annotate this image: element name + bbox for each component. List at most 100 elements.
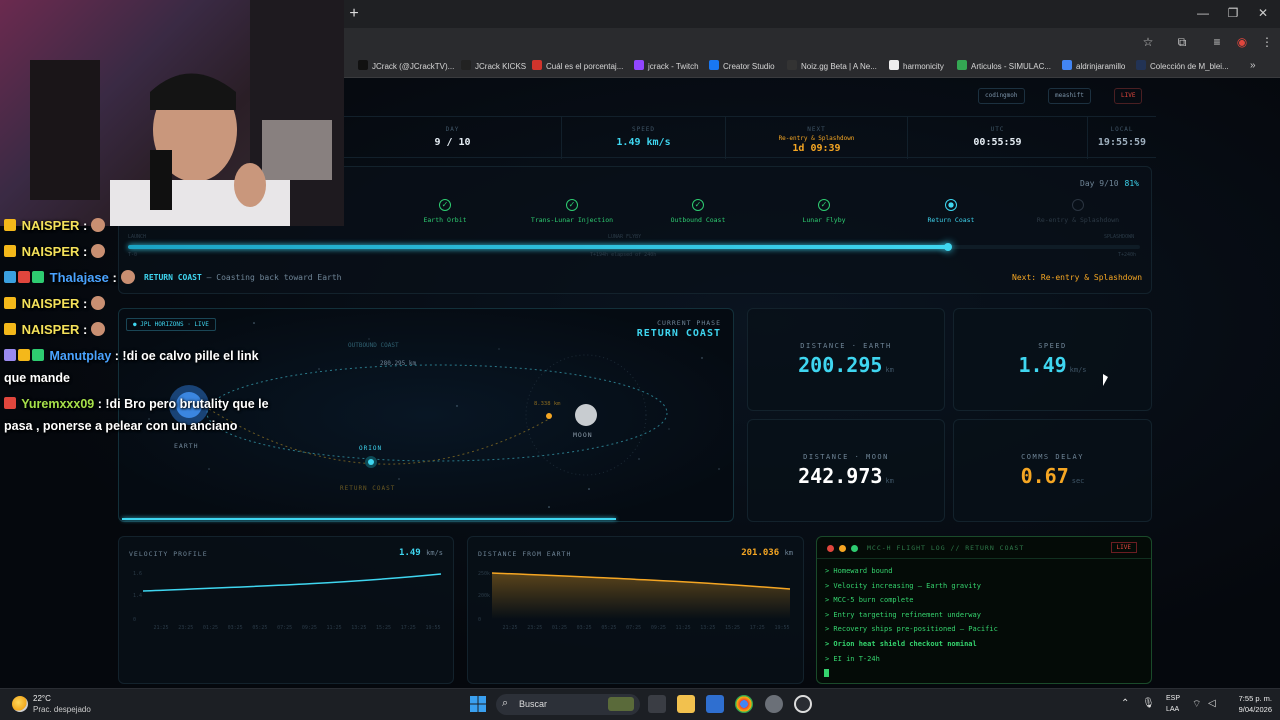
webcam-image	[30, 0, 344, 226]
bookmark-label: Creator Studio	[723, 62, 775, 71]
chip-live: LIVE	[1114, 88, 1143, 104]
bookmark-item[interactable]: Cuál es el porcentaj...	[532, 60, 623, 74]
next-phase: Next: Re-entry & Splashdown	[1012, 273, 1143, 282]
log-line: > MCC-5 burn complete	[825, 596, 914, 604]
orion-spacecraft-icon	[368, 459, 374, 465]
volume-icon[interactable]: ◁	[1208, 698, 1216, 709]
x-tick-label: 21:25	[153, 625, 168, 631]
new-tab-button[interactable]: +	[346, 6, 362, 22]
log-line: > Entry targeting refinement underway	[825, 611, 981, 619]
bookmark-item[interactable]: Articulos - SIMULAC...	[957, 60, 1051, 74]
y-tick-label: 1.6	[133, 571, 142, 577]
stat-day: DAY 9 / 10	[344, 117, 562, 159]
chip-meashift[interactable]: meashift	[1048, 88, 1091, 104]
x-tick-label: 15:25	[376, 625, 391, 631]
orbit-visualization	[118, 308, 734, 522]
x-tick-label: 13:25	[700, 625, 715, 631]
bookmark-favicon-icon	[889, 60, 899, 70]
language-indicator[interactable]: ESP	[1166, 695, 1180, 702]
return-label: RETURN COAST	[340, 485, 396, 492]
tl-launch: LAUNCH	[128, 234, 147, 240]
chat-message: NAISPER :	[4, 322, 106, 337]
extensions-icon[interactable]: ⧉	[1174, 35, 1190, 49]
bookmark-item[interactable]: jcrack - Twitch	[634, 60, 699, 74]
chrome-icon[interactable]	[735, 695, 753, 713]
bookmark-favicon-icon	[1136, 60, 1146, 70]
x-axis-labels: 21:25 23:25 01:25 03:25 05:25 07:25 09:25 11:25…	[153, 625, 440, 631]
app-icon[interactable]	[794, 695, 812, 713]
chat-message: NAISPER :	[4, 296, 106, 311]
task-view-icon[interactable]	[648, 695, 666, 713]
y-tick-label: 1.4	[133, 593, 142, 599]
moon-distance-label: 8.338 km	[534, 401, 561, 407]
x-tick-label: 01:25	[552, 625, 567, 631]
log-line: > Velocity increasing — Earth gravity	[825, 582, 981, 590]
microphone-icon[interactable]: 🎙	[1142, 698, 1155, 709]
orbit-progress-bar	[122, 518, 616, 520]
bookmark-favicon-icon	[461, 60, 471, 70]
outbound-label: OUTBOUND COAST	[348, 342, 399, 349]
current-icon	[945, 199, 957, 211]
bookmark-item[interactable]: Noiz.gg Beta | A Ne...	[787, 60, 877, 74]
keyboard-layout[interactable]: LAA	[1166, 706, 1179, 713]
moon-icon	[575, 404, 597, 426]
clock-time[interactable]: 7:55 p. m.	[1222, 694, 1272, 703]
y-tick-label: 0	[478, 617, 481, 623]
close-icon[interactable]: ✕	[1256, 6, 1270, 20]
mission-progress-knob	[943, 243, 952, 251]
bookmark-item[interactable]: harmonicity	[889, 60, 944, 74]
y-tick-label: 200k	[478, 593, 490, 599]
metric-distance-earth: DISTANCE · EARTH 200.295 km	[747, 308, 945, 411]
milestone-outbound[interactable]: ✓ Outbound Coast	[638, 199, 758, 224]
milestone-reentry[interactable]: Re-entry & Splashdown	[1018, 199, 1138, 224]
metric-distance-moon: DISTANCE · MOON 242.973 km	[747, 419, 945, 522]
media-icon[interactable]: ≡	[1209, 35, 1225, 49]
milestone-lunar-flyby[interactable]: ✓ Lunar Flyby	[764, 199, 884, 224]
file-explorer-icon[interactable]	[677, 695, 695, 713]
bookmark-item[interactable]: JCrack KICKS	[461, 60, 526, 74]
milestone-tli[interactable]: ✓ Trans-Lunar Injection	[512, 199, 632, 224]
minimize-icon[interactable]: —	[1196, 6, 1210, 20]
search-label[interactable]: Buscar	[519, 699, 547, 709]
milestone-earth-orbit[interactable]: ✓ Earth Orbit	[385, 199, 505, 224]
bookmark-label: JCrack (@JCrackTV)...	[372, 62, 455, 71]
mail-icon[interactable]	[706, 695, 724, 713]
wifi-icon[interactable]: ⌔	[1192, 698, 1201, 711]
menu-icon[interactable]: ⋮	[1259, 35, 1275, 49]
milestone-return-coast[interactable]: Return Coast	[891, 199, 1011, 224]
weather-temp[interactable]: 22°C	[33, 694, 51, 703]
windows-start-icon[interactable]	[470, 696, 486, 712]
bookmark-item[interactable]: JCrack (@JCrackTV)...	[358, 60, 454, 74]
profile-icon[interactable]: ◉	[1234, 35, 1250, 49]
restore-icon[interactable]: ❐	[1226, 6, 1240, 20]
weather-icon[interactable]	[12, 696, 28, 712]
check-icon: ✓	[439, 199, 451, 211]
orion-label: ORION	[359, 445, 383, 452]
bookmark-item[interactable]: aldrinjaramillo	[1062, 60, 1125, 74]
clock-date[interactable]: 9/04/2026	[1222, 705, 1272, 714]
bookmark-item[interactable]: Creator Studio	[709, 60, 775, 74]
tl-elapsed: T+194h elapsed of 240h	[590, 252, 657, 258]
weather-desc[interactable]: Prac. despejado	[33, 705, 91, 714]
tl-flyby: LUNAR FLYBY	[608, 234, 642, 240]
flight-log-panel: MCC-H FLIGHT LOG // RETURN COAST LIVE > …	[816, 536, 1152, 684]
x-axis-labels: 21:25 23:25 01:25 03:25 05:25 07:25 09:25 11:25…	[502, 625, 789, 631]
chevron-double-right-icon[interactable]: »	[1250, 60, 1256, 71]
streamer-webcam	[0, 0, 344, 226]
stats-row: DAY 9 / 10 SPEED 1.49 km/s NEXT Re-entry…	[344, 116, 1156, 159]
chip-codingmoh[interactable]: codingmoh	[978, 88, 1025, 104]
stat-speed: SPEED 1.49 km/s	[562, 117, 726, 159]
settings-icon[interactable]	[765, 695, 783, 713]
current-phase-label: CURRENT PHASE	[657, 319, 721, 327]
star-icon[interactable]: ☆	[1140, 35, 1156, 49]
x-tick-label: 07:25	[277, 625, 292, 631]
bookmark-item[interactable]: Colección de M_blei...	[1136, 60, 1229, 74]
distance-label: 280.295 km	[380, 360, 417, 367]
taskbar-search[interactable]: ⌕	[496, 694, 640, 715]
bookmark-favicon-icon	[634, 60, 644, 70]
x-tick-label: 19:55	[425, 625, 440, 631]
chevron-up-icon[interactable]: ⌃	[1121, 698, 1129, 709]
day-progress-label: Day 9/10 81%	[1080, 179, 1139, 188]
x-tick-label: 21:25	[502, 625, 517, 631]
mouse-cursor-icon	[1103, 374, 1108, 386]
